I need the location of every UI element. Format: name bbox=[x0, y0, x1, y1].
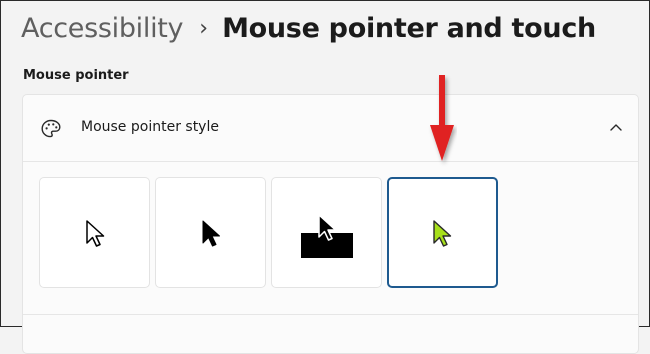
section-label-mouse-pointer: Mouse pointer bbox=[23, 68, 129, 83]
setting-label-mouse-pointer-style: Mouse pointer style bbox=[81, 119, 219, 135]
cursor-black-icon bbox=[202, 220, 220, 247]
mouse-pointer-style-card: Mouse pointer style bbox=[22, 94, 639, 354]
page-title: Mouse pointer and touch bbox=[222, 13, 596, 44]
pointer-style-inverted-option[interactable] bbox=[271, 177, 382, 288]
cursor-inverted-icon bbox=[301, 214, 353, 258]
cursor-custom-green-icon bbox=[433, 220, 452, 247]
breadcrumb-parent-accessibility[interactable]: Accessibility bbox=[21, 13, 184, 44]
pointer-style-custom-option[interactable] bbox=[387, 177, 498, 288]
red-arrow-icon bbox=[430, 75, 454, 161]
pointer-style-black-option[interactable] bbox=[155, 177, 266, 288]
cursor-white-icon bbox=[86, 220, 105, 247]
mouse-pointer-style-header[interactable]: Mouse pointer style bbox=[23, 95, 638, 162]
breadcrumb: Accessibility › Mouse pointer and touch bbox=[21, 13, 596, 44]
chevron-up-icon[interactable] bbox=[609, 122, 623, 132]
chevron-right-icon: › bbox=[199, 15, 209, 41]
pointer-style-options bbox=[23, 162, 638, 315]
pointer-style-white-option[interactable] bbox=[39, 177, 150, 288]
palette-icon bbox=[41, 119, 61, 138]
